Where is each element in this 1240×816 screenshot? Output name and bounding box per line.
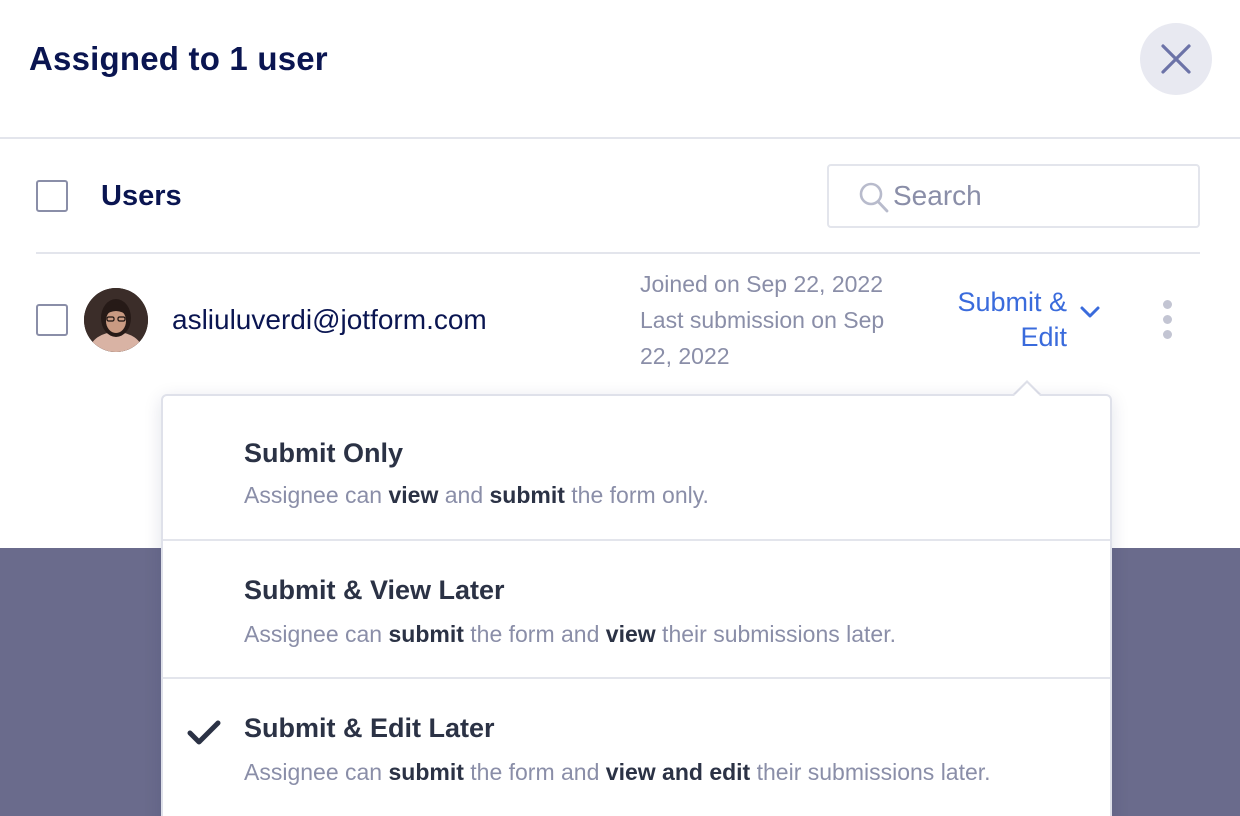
option-submit-only[interactable]: Submit Only Assignee can view and submit… (163, 396, 1110, 539)
close-button[interactable] (1140, 23, 1212, 95)
dropdown-caret-fill (1013, 383, 1041, 397)
search-box[interactable] (827, 164, 1200, 228)
permission-value: Submit & Edit (957, 287, 1067, 352)
user-row-checkbox[interactable] (36, 304, 68, 336)
modal-header: Assigned to 1 user (0, 0, 1240, 139)
option-description: Assignee can view and submit the form on… (244, 482, 709, 508)
search-input[interactable] (893, 166, 1183, 226)
option-title: Submit Only (244, 438, 404, 468)
joined-date: Joined on Sep 22, 2022 (640, 271, 883, 297)
more-options-button[interactable] (1156, 296, 1180, 344)
search-icon (859, 182, 889, 213)
modal-title: Assigned to 1 user (29, 40, 328, 77)
option-title: Submit & Edit Later (244, 713, 495, 743)
permission-menu: Submit Only Assignee can view and submit… (161, 394, 1112, 816)
user-email: asliuluverdi@jotform.com (172, 304, 487, 335)
more-vertical-icon (1163, 300, 1172, 309)
avatar (84, 288, 148, 352)
option-submit-edit-later[interactable]: Submit & Edit Later Assignee can submit … (163, 677, 1110, 816)
option-description: Assignee can submit the form and view an… (244, 759, 991, 785)
user-meta: Joined on Sep 22, 2022 Last submission o… (640, 266, 910, 374)
chevron-down-icon (1080, 306, 1100, 318)
header-divider (36, 252, 1200, 254)
permission-dropdown[interactable]: Submit & Edit (930, 285, 1105, 355)
select-all-checkbox[interactable] (36, 180, 68, 212)
last-submission-date: Last submission on Sep 22, 2022 (640, 307, 885, 369)
users-column-header: Users (101, 180, 182, 212)
option-description: Assignee can submit the form and view th… (244, 621, 896, 647)
check-icon (187, 720, 221, 745)
option-submit-view-later[interactable]: Submit & View Later Assignee can submit … (163, 539, 1110, 677)
option-title: Submit & View Later (244, 575, 505, 605)
close-icon (1161, 44, 1191, 74)
